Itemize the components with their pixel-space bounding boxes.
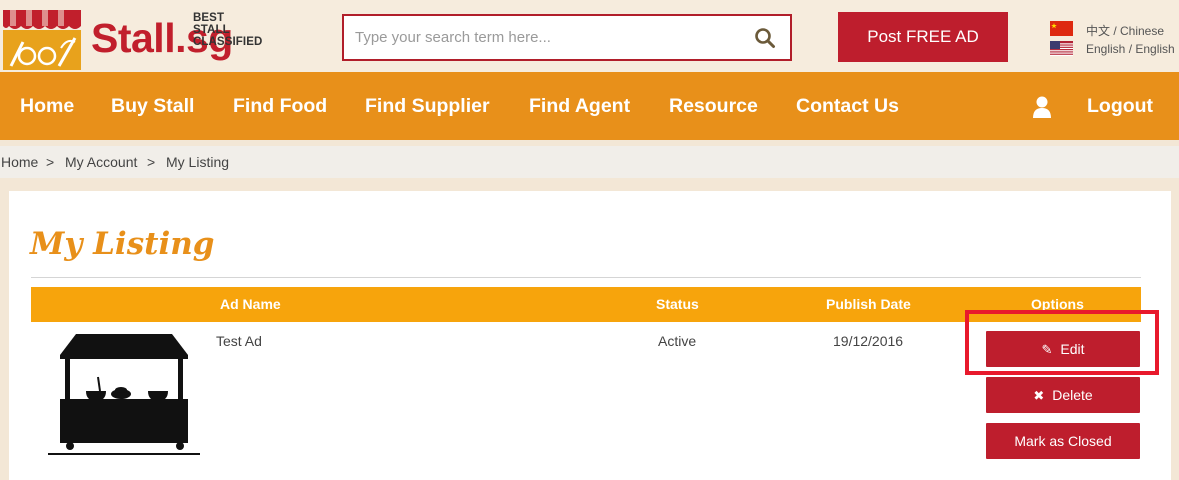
title-divider bbox=[31, 277, 1141, 278]
nav-resource[interactable]: Resource bbox=[669, 72, 758, 140]
delete-button-label: Delete bbox=[1052, 387, 1093, 403]
nav-find-agent[interactable]: Find Agent bbox=[529, 72, 630, 140]
nav-buy-stall[interactable]: Buy Stall bbox=[111, 72, 194, 140]
user-icon[interactable] bbox=[1031, 95, 1053, 119]
ad-name-cell[interactable]: Test Ad bbox=[216, 333, 262, 349]
china-flag-icon bbox=[1050, 21, 1073, 36]
column-header-options: Options bbox=[1031, 296, 1084, 312]
language-english-label: English / English bbox=[1086, 42, 1175, 56]
us-flag-icon bbox=[1050, 41, 1073, 56]
logo-tagline: BEST STALL CLASSIFIED bbox=[193, 12, 263, 48]
main-nav: Home Buy Stall Find Food Find Supplier F… bbox=[0, 72, 1179, 140]
publish-date-cell: 19/12/2016 bbox=[833, 333, 904, 349]
column-header-publish-date: Publish Date bbox=[826, 296, 911, 312]
nav-find-supplier[interactable]: Find Supplier bbox=[365, 72, 490, 140]
site-logo[interactable]: Stall.sg BEST STALL CLASSIFIED bbox=[0, 0, 262, 72]
header: Stall.sg BEST STALL CLASSIFIED Post FREE… bbox=[0, 0, 1179, 72]
logo-stall-icon bbox=[3, 10, 81, 70]
edit-icon: ✎ bbox=[1041, 342, 1053, 357]
column-header-status: Status bbox=[656, 296, 699, 312]
search-input[interactable] bbox=[344, 16, 734, 59]
page-title: My Listing bbox=[30, 226, 215, 262]
nav-home[interactable]: Home bbox=[20, 72, 74, 140]
close-icon: ✖ bbox=[1033, 388, 1045, 403]
edit-button[interactable]: ✎ Edit bbox=[986, 331, 1140, 367]
breadcrumb-my-listing: My Listing bbox=[166, 154, 230, 170]
breadcrumb-separator: > bbox=[46, 154, 55, 170]
nav-find-food[interactable]: Find Food bbox=[233, 72, 327, 140]
delete-button[interactable]: ✖ Delete bbox=[986, 377, 1140, 413]
breadcrumb: Home > My Account > My Listing bbox=[0, 146, 1179, 178]
edit-button-label: Edit bbox=[1060, 341, 1085, 357]
nav-contact-us[interactable]: Contact Us bbox=[796, 72, 899, 140]
search-icon[interactable] bbox=[754, 27, 776, 49]
column-header-ad-name: Ad Name bbox=[220, 296, 281, 312]
status-cell: Active bbox=[658, 333, 697, 349]
breadcrumb-separator: > bbox=[147, 154, 156, 170]
logout-link[interactable]: Logout bbox=[1087, 72, 1153, 140]
search-box bbox=[342, 14, 792, 61]
mark-as-closed-button[interactable]: Mark as Closed bbox=[986, 423, 1140, 459]
post-free-ad-button[interactable]: Post FREE AD bbox=[838, 12, 1008, 62]
breadcrumb-home[interactable]: Home bbox=[1, 146, 38, 178]
language-chinese-label: 中文 / Chinese bbox=[1086, 24, 1165, 38]
table-header: Ad Name Status Publish Date Options bbox=[31, 287, 1141, 322]
breadcrumb-my-account[interactable]: My Account bbox=[65, 146, 137, 178]
food-stall-icon[interactable] bbox=[48, 333, 200, 457]
